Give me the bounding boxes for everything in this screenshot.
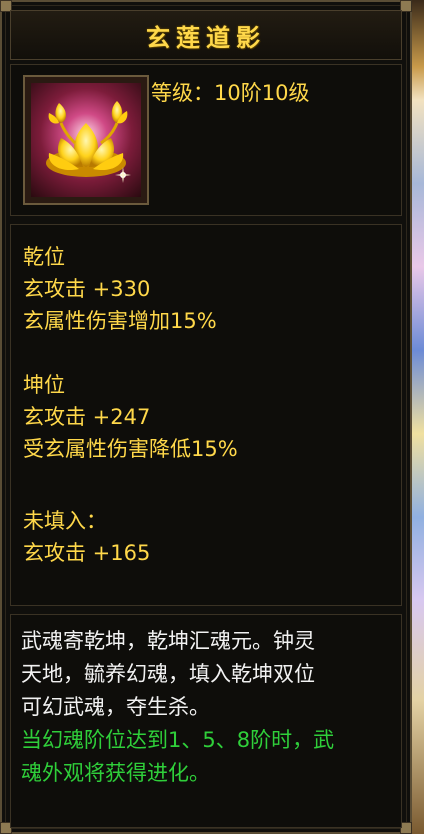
qian-position-group: 乾位 玄攻击 +330 玄属性伤害增加15% — [23, 241, 217, 337]
kun-position-group: 坤位 玄攻击 +247 受玄属性伤害降低15% — [23, 369, 238, 465]
evolution-line-1: 当幻魂阶位达到1、5、8阶时，武 — [21, 728, 335, 752]
kun-title: 坤位 — [23, 373, 65, 397]
qian-title: 乾位 — [23, 245, 65, 269]
kun-stat-1: 玄攻击 +247 — [23, 405, 151, 429]
description-text: 武魂寄乾坤，乾坤汇魂元。钟灵 天地，毓养幻魂，填入乾坤双位 可幻武魂，夺生杀。 … — [21, 625, 393, 790]
kun-stat-2: 受玄属性伤害降低15% — [23, 437, 238, 461]
level-label: 等级： — [151, 81, 214, 105]
attribute-section: 乾位 玄攻击 +330 玄属性伤害增加15% 坤位 玄攻击 +247 受玄属性伤… — [10, 224, 402, 606]
title-bar: 玄莲道影 — [10, 10, 402, 60]
unfilled-group: 未填入： 玄攻击 +165 — [23, 505, 150, 569]
description-section: 武魂寄乾坤，乾坤汇魂元。钟灵 天地，毓养幻魂，填入乾坤双位 可幻武魂，夺生杀。 … — [10, 614, 402, 828]
lore-line-2: 天地，毓养幻魂，填入乾坤双位 — [21, 662, 315, 686]
item-icon-frame — [23, 75, 149, 205]
lore-line-1: 武魂寄乾坤，乾坤汇魂元。钟灵 — [21, 629, 315, 653]
level-value: 10阶10级 — [214, 81, 310, 105]
evolution-line-2: 魂外观将获得进化。 — [21, 761, 210, 785]
qian-stat-1: 玄攻击 +330 — [23, 277, 151, 301]
unfilled-title: 未填入： — [23, 509, 107, 533]
item-name: 玄莲道影 — [146, 22, 266, 52]
item-level: 等级：10阶10级 — [151, 77, 309, 107]
unfilled-stat-1: 玄攻击 +165 — [23, 541, 151, 565]
lore-line-3: 可幻武魂，夺生杀。 — [21, 695, 210, 719]
item-tooltip-panel: 玄莲道影 等级：10阶10级 乾位 玄攻击 +330 玄属性伤害增加15% 坤位… — [0, 0, 412, 834]
item-header-section: 等级：10阶10级 — [10, 64, 402, 216]
qian-stat-2: 玄属性伤害增加15% — [23, 309, 217, 333]
golden-lotus-icon — [31, 83, 141, 197]
